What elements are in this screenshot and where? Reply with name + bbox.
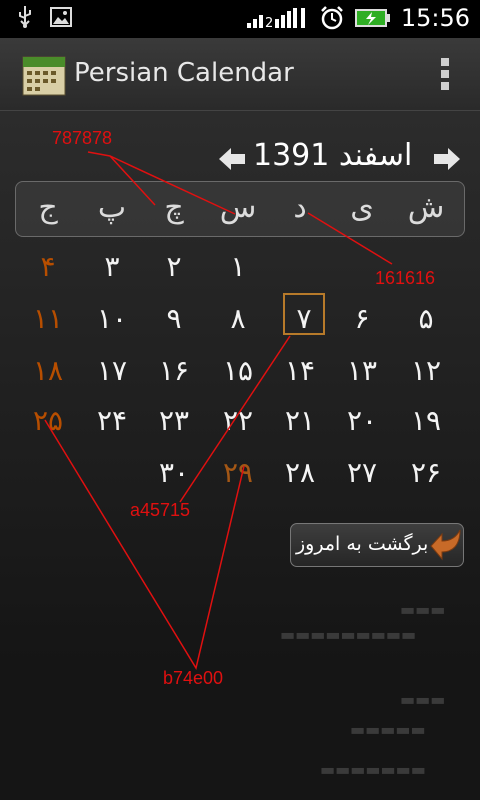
annotation-lines — [44, 151, 393, 670]
color-annotation: 787878 — [52, 128, 113, 148]
color-annotation: b74e00 — [163, 668, 224, 688]
color-annotation: 161616 — [375, 268, 436, 288]
color-annotation: a45715 — [130, 500, 191, 520]
